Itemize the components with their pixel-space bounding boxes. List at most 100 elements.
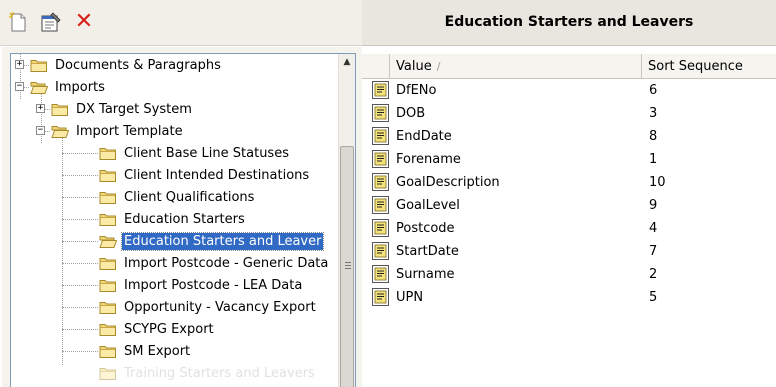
table-row[interactable]: GoalDescription 10 <box>362 171 776 194</box>
table-row[interactable]: StartDate 7 <box>362 240 776 263</box>
tree-connector <box>62 351 98 352</box>
cell-value: DOB <box>396 106 426 121</box>
folder-icon <box>51 101 69 117</box>
collapse-toggle[interactable]: − <box>15 82 24 91</box>
column-header-value[interactable]: Value / <box>390 54 642 79</box>
scroll-up-arrow-icon[interactable]: ▲ <box>339 54 355 71</box>
tree-item-label: Imports <box>55 79 105 95</box>
properties-icon[interactable] <box>40 11 62 33</box>
document-icon <box>372 265 389 283</box>
folder-icon <box>99 277 117 293</box>
document-icon <box>372 242 389 260</box>
delete-icon[interactable]: ✕ <box>73 11 95 33</box>
cell-value: Forename <box>396 152 461 167</box>
cell-sort-sequence: 9 <box>649 198 658 213</box>
cell-sort-sequence: 7 <box>649 244 658 259</box>
table-row[interactable]: GoalLevel 9 <box>362 194 776 217</box>
document-icon <box>372 288 389 306</box>
tree-connector <box>62 285 98 286</box>
collapse-toggle[interactable]: − <box>36 126 45 135</box>
tree-item-label: SCYPG Export <box>124 321 214 337</box>
tree-panel: + − + − Documents & Paragraphs Imports D… <box>2 47 358 387</box>
cell-value: Surname <box>396 267 455 282</box>
document-icon <box>372 127 389 145</box>
tree-item-client-qualifications[interactable]: Client Qualifications <box>99 186 256 208</box>
tree-item-education-starters[interactable]: Education Starters <box>99 208 247 230</box>
toolbar: ✕ <box>0 0 362 46</box>
table-row[interactable]: DOB 3 <box>362 102 776 125</box>
column-header-label: Sort Sequence <box>648 59 743 74</box>
tree-item-client-base-line-statuses[interactable]: Client Base Line Statuses <box>99 142 291 164</box>
cell-value: StartDate <box>396 244 459 259</box>
cell-sort-sequence: 4 <box>649 221 658 236</box>
tree-connector <box>62 175 98 176</box>
tree-item-label: Documents & Paragraphs <box>55 57 221 73</box>
tree-item-label: SM Export <box>124 343 191 359</box>
sort-indicator-icon: / <box>436 60 441 73</box>
tree-item-import-postcode-lea-data[interactable]: Import Postcode - LEA Data <box>99 274 304 296</box>
expand-toggle[interactable]: + <box>36 104 45 113</box>
cell-value: Postcode <box>396 221 455 236</box>
expand-toggle[interactable]: + <box>15 60 24 69</box>
tree-item-label: Client Qualifications <box>124 189 255 205</box>
cell-sort-sequence: 10 <box>649 175 666 190</box>
document-icon <box>372 150 389 168</box>
document-icon <box>372 81 389 99</box>
cell-sort-sequence: 3 <box>649 106 658 121</box>
tree-item-training-starters-and-leavers[interactable]: Training Starters and Leavers <box>99 362 317 384</box>
tree-scrollbar[interactable]: ▲ <box>338 54 355 387</box>
tree-rows: + − + − Documents & Paragraphs Imports D… <box>11 54 338 387</box>
folder-icon <box>30 57 48 73</box>
tree-view: + − + − Documents & Paragraphs Imports D… <box>10 53 356 387</box>
tree-connector <box>62 329 98 330</box>
tree-item-scypg-export[interactable]: SCYPG Export <box>99 318 216 340</box>
new-document-icon[interactable] <box>7 11 29 33</box>
tree-item-education-starters-and-leavers[interactable]: Education Starters and Leaver <box>99 230 325 252</box>
folder-icon <box>99 211 117 227</box>
document-icon <box>372 196 389 214</box>
grip-icon <box>345 262 351 269</box>
tree-item-client-intended-destinations[interactable]: Client Intended Destinations <box>99 164 311 186</box>
tree-item-import-postcode-generic-data[interactable]: Import Postcode - Generic Data <box>99 252 330 274</box>
folder-icon <box>99 145 117 161</box>
cell-sort-sequence: 1 <box>649 152 658 167</box>
fields-grid: Value / Sort Sequence DfENo 6 DOB 3 EndDa… <box>362 47 776 387</box>
tree-item-dx-target-system[interactable]: DX Target System <box>51 98 194 120</box>
folder-icon <box>99 321 117 337</box>
folder-open-icon <box>30 79 48 95</box>
tree-item-sm-export[interactable]: SM Export <box>99 340 192 362</box>
grid-header: Value / Sort Sequence <box>362 54 776 79</box>
folder-icon <box>99 299 117 315</box>
cell-value: EndDate <box>396 129 452 144</box>
folder-icon <box>99 167 117 183</box>
column-header-sort-sequence[interactable]: Sort Sequence <box>642 54 776 79</box>
details-header: Education Starters and Leavers <box>362 0 776 46</box>
cell-sort-sequence: 2 <box>649 267 658 282</box>
scrollbar-thumb[interactable] <box>340 146 354 387</box>
tree-connector <box>62 219 98 220</box>
table-row[interactable]: Surname 2 <box>362 263 776 286</box>
cell-value: GoalLevel <box>396 198 460 213</box>
page-title: Education Starters and Leavers <box>444 14 694 30</box>
folder-icon <box>99 365 117 381</box>
tree-item-import-template[interactable]: Import Template <box>51 120 185 142</box>
tree-item-label: Client Base Line Statuses <box>124 145 289 161</box>
tree-item-label: DX Target System <box>76 101 192 117</box>
table-row[interactable]: DfENo 6 <box>362 79 776 102</box>
tree-item-opportunity-vacancy-export[interactable]: Opportunity - Vacancy Export <box>99 296 318 318</box>
cell-value: UPN <box>396 290 424 305</box>
tree-item-label: Opportunity - Vacancy Export <box>124 299 316 315</box>
tree-item-label: Education Starters <box>124 211 245 227</box>
table-row[interactable]: UPN 5 <box>362 286 776 309</box>
folder-icon <box>99 189 117 205</box>
tree-item-documents-paragraphs[interactable]: Documents & Paragraphs <box>30 54 223 76</box>
tree-item-label: Import Postcode - Generic Data <box>124 255 329 271</box>
table-row[interactable]: EndDate 8 <box>362 125 776 148</box>
tree-item-imports[interactable]: Imports <box>30 76 107 98</box>
tree-item-label: Import Template <box>76 123 183 139</box>
document-icon <box>372 104 389 122</box>
table-row[interactable]: Postcode 4 <box>362 217 776 240</box>
table-row[interactable]: Forename 1 <box>362 148 776 171</box>
tree-connector <box>62 241 98 242</box>
document-icon <box>372 219 389 237</box>
